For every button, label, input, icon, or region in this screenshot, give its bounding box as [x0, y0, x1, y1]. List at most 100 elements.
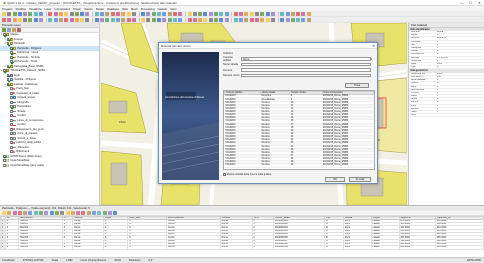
table-tool-icon[interactable] [2, 210, 6, 215]
chevron-down-icon[interactable]: ▾ [371, 58, 372, 61]
layer-visibility-checkbox[interactable] [10, 145, 13, 149]
layer-visibility-checkbox[interactable] [3, 33, 6, 37]
layer-visibility-checkbox[interactable] [10, 105, 13, 109]
menu-item[interactable]: Aiuto [170, 7, 176, 11]
table-tool-icon[interactable] [107, 210, 112, 215]
address-input[interactable] [241, 73, 371, 78]
toolbar-tool-icon[interactable] [285, 11, 290, 16]
toolbar-tool-icon[interactable] [213, 11, 218, 16]
toolbar-tool-icon[interactable] [178, 11, 183, 16]
property-value[interactable]: 1 [437, 79, 484, 81]
menu-item[interactable]: Catasto [158, 7, 168, 11]
minimize-button[interactable]: — [457, 0, 466, 6]
layer-visibility-checkbox[interactable] [6, 64, 10, 68]
table-cell[interactable]: 9 [61, 245, 74, 250]
property-value[interactable]: 1 [437, 47, 484, 49]
toolbar-tool-icon[interactable] [115, 11, 120, 16]
layer-visibility-checkbox[interactable] [10, 132, 13, 136]
toolbar-tool-icon[interactable] [306, 17, 311, 22]
toolbar-tool-icon[interactable] [260, 17, 265, 22]
toolbar-tool-icon[interactable] [64, 11, 69, 16]
table-cell[interactable]: 220.0000 [398, 245, 436, 250]
property-value[interactable]: 130 [437, 76, 484, 78]
toolbar-tool-icon[interactable] [39, 17, 44, 22]
property-value[interactable]: 1 [437, 101, 484, 103]
toolbar-tool-icon[interactable] [172, 17, 177, 22]
toolbar-tool-icon[interactable] [69, 11, 74, 16]
toolbar-tool-icon[interactable] [244, 11, 249, 16]
toolbar-tool-icon[interactable] [80, 17, 85, 22]
toolbar-tool-icon[interactable] [7, 11, 12, 16]
toolbar-tool-icon[interactable] [219, 11, 224, 16]
property-value[interactable]: 1 [437, 60, 484, 62]
toolbar-tool-icon[interactable] [239, 11, 244, 16]
table-cell[interactable]: S [127, 245, 168, 250]
show-results-checkbox[interactable] [223, 173, 226, 176]
toolbar-tool-icon[interactable] [167, 17, 172, 22]
menu-item[interactable]: Database [107, 7, 119, 11]
menu-item[interactable]: Processing [141, 7, 155, 11]
toolbar-tool-icon[interactable] [115, 17, 120, 22]
toolbar-tool-icon[interactable] [162, 17, 167, 22]
toolbar-tool-icon[interactable] [244, 17, 249, 22]
property-value[interactable]: 1 [437, 105, 484, 107]
toolbar-tool-icon[interactable] [17, 11, 22, 16]
layer-visibility-checkbox[interactable] [10, 87, 13, 91]
table-tool-icon[interactable] [17, 210, 22, 215]
layer-visibility-checkbox[interactable] [6, 82, 10, 86]
toolbar-tool-icon[interactable] [157, 11, 162, 16]
menu-item[interactable]: Modifica [16, 7, 26, 11]
property-value[interactable]: A [437, 82, 484, 84]
toolbar-tool-icon[interactable] [85, 17, 90, 22]
toolbar-tool-icon[interactable] [2, 17, 6, 22]
toolbar-tool-icon[interactable] [100, 17, 105, 22]
menu-item[interactable]: Vettore [84, 7, 93, 11]
property-value[interactable]: 1 [437, 34, 484, 36]
table-tool-icon[interactable] [76, 210, 81, 215]
toolbar-tool-icon[interactable] [270, 17, 275, 22]
expand-all-icon[interactable] [12, 27, 17, 32]
address-input[interactable] [241, 62, 371, 67]
toolbar-tool-icon[interactable] [105, 11, 110, 16]
property-value[interactable]: 1 [437, 53, 484, 55]
property-value[interactable]: 1 [437, 98, 484, 100]
toolbar-tool-icon[interactable] [121, 17, 126, 22]
toolbar-tool-icon[interactable] [23, 17, 28, 22]
toolbar-tool-icon[interactable] [187, 17, 192, 22]
layer-visibility-checkbox[interactable] [10, 100, 13, 104]
property-value[interactable]: Roma_B [437, 37, 484, 39]
toolbar-tool-icon[interactable] [265, 17, 270, 22]
table-cell[interactable]: Roma [219, 245, 253, 250]
toolbar-tool-icon[interactable] [306, 11, 311, 16]
toolbar-tool-icon[interactable] [64, 17, 69, 22]
table-row[interactable]: 9 9 TAG008 9 Roma A S Centro Roma 1 0000000009 B 202… [0, 245, 484, 250]
toolbar-tool-icon[interactable] [167, 11, 172, 16]
toolbar-tool-icon[interactable] [141, 17, 146, 22]
property-value[interactable]: 1000 [437, 73, 484, 75]
table-tool-icon[interactable] [70, 210, 75, 215]
menu-item[interactable]: Progetto [2, 7, 13, 11]
toolbar-tool-icon[interactable] [178, 17, 183, 22]
table-tool-icon[interactable] [33, 210, 38, 215]
crs-value[interactable]: EPSG:2056 [467, 259, 481, 262]
toolbar-tool-icon[interactable] [290, 17, 295, 22]
toolbar-tool-icon[interactable] [172, 11, 177, 16]
menu-item[interactable]: Plugin [73, 7, 81, 11]
table-cell[interactable]: 9 [5, 245, 19, 250]
toolbar-tool-icon[interactable] [249, 11, 254, 16]
scale-value[interactable]: 1:882 [66, 259, 73, 262]
property-value[interactable]: 1 [437, 111, 484, 113]
dialog-close-button[interactable]: ✕ [370, 44, 377, 48]
toolbar-tool-icon[interactable] [110, 11, 115, 16]
toolbar-tool-icon[interactable] [260, 11, 265, 16]
property-value[interactable]: Roma [437, 31, 484, 33]
toolbar-tool-icon[interactable] [17, 17, 22, 22]
results-row[interactable]: TAGRANI Via Arce 30 20210215_Roma_MM63 [224, 163, 374, 168]
layer-visibility-checkbox[interactable] [10, 51, 13, 55]
toolbar-tool-icon[interactable] [280, 11, 285, 16]
cancel-button[interactable]: Annulla [349, 177, 371, 182]
layer-visibility-checkbox[interactable] [10, 91, 13, 95]
toolbar-tool-icon[interactable] [126, 11, 131, 16]
toolbar-tool-icon[interactable] [301, 11, 306, 16]
toolbar-tool-icon[interactable] [48, 17, 53, 22]
